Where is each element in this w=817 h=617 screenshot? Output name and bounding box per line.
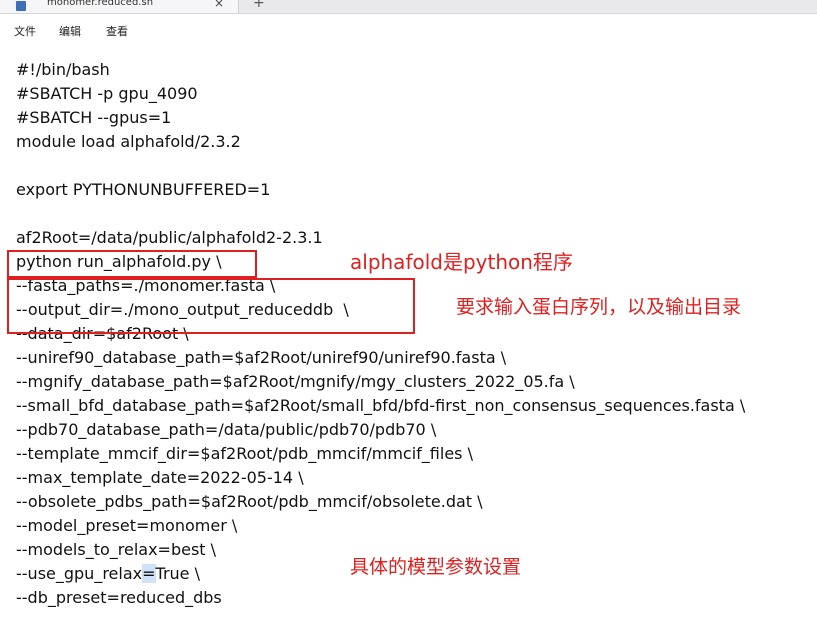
code-line: --template_mmcif_dir=$af2Root/pdb_mmcif/… (16, 444, 473, 463)
code-line: --uniref90_database_path=$af2Root/uniref… (16, 348, 507, 367)
code-line: --db_preset=reduced_dbs (16, 588, 222, 607)
annotation-note-inputs: 要求输入蛋白序列，以及输出目录 (456, 296, 742, 318)
code-line: af2Root=/data/public/alphafold2-2.3.1 (16, 228, 323, 247)
annotation-note-params: 具体的模型参数设置 (350, 556, 522, 578)
new-tab-icon[interactable]: + (253, 0, 265, 11)
code-line: #!/bin/bash (16, 60, 110, 79)
tab-title: monomer.reduced.sh (47, 0, 154, 8)
tab-monomer-reduced[interactable]: monomer.reduced.sh × (0, 0, 239, 13)
menu-view[interactable]: 查看 (106, 23, 128, 39)
code-line: --small_bfd_database_path=$af2Root/small… (16, 396, 746, 415)
code-line: --models_to_relax=best \ (16, 540, 217, 559)
annotation-box-inputs (7, 278, 415, 334)
code-line: --mgnify_database_path=$af2Root/mgnify/m… (16, 372, 575, 391)
code-line: #SBATCH -p gpu_4090 (16, 84, 198, 103)
annotation-note-python: alphafold是python程序 (350, 250, 573, 274)
code-line: --model_preset=monomer \ (16, 516, 238, 535)
close-icon[interactable]: × (214, 0, 224, 10)
menu-bar: 文件 编辑 查看 (0, 14, 817, 46)
code-line: --pdb70_database_path=/data/public/pdb70… (16, 420, 437, 439)
code-line: --use_gpu_relax=True \ (16, 562, 200, 586)
code-line: #SBATCH --gpus=1 (16, 108, 172, 127)
code-line: export PYTHONUNBUFFERED=1 (16, 180, 271, 199)
tab-bar: monomer.reduced.sh × + (0, 0, 817, 14)
menu-file[interactable]: 文件 (14, 23, 36, 39)
code-line: --obsolete_pdbs_path=$af2Root/pdb_mmcif/… (16, 492, 483, 511)
code-line: --max_template_date=2022-05-14 \ (16, 468, 304, 487)
selected-text: = (142, 564, 156, 583)
code-line: module load alphafold/2.3.2 (16, 132, 241, 151)
menu-edit[interactable]: 编辑 (59, 23, 81, 39)
code-text: True \ (155, 564, 200, 583)
file-icon (16, 1, 26, 11)
annotation-box-python (7, 250, 257, 278)
code-text: --use_gpu_relax (16, 564, 143, 583)
